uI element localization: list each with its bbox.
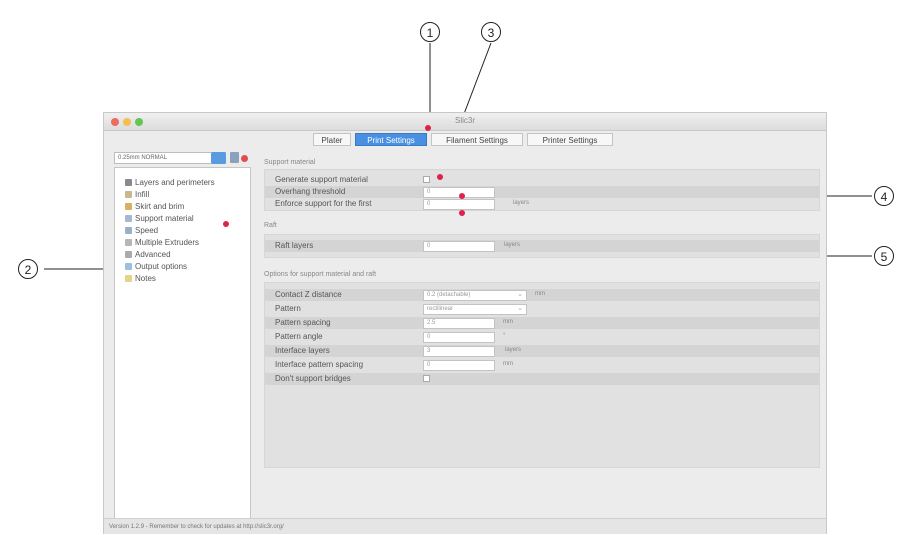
pattern-angle-label: Pattern angle [275,332,323,341]
dont-support-bridges-checkbox[interactable] [423,375,430,382]
contact-z-unit: mm [535,291,545,297]
pattern-spacing-label: Pattern spacing [275,318,331,327]
sidebar-item-label: Skirt and brim [135,202,185,211]
settings-sidebar: Layers and perimeters Infill Skirt and b… [114,167,251,523]
delete-preset-icon[interactable] [241,155,248,162]
sidebar-item-notes[interactable]: Notes [125,274,156,284]
sidebar-item-label: Advanced [135,250,171,259]
skirt-icon [125,203,132,210]
sidebar-item-output[interactable]: Output options [125,262,187,272]
raft-section: Raft layers 0 layers [264,234,820,258]
row-dont-support-bridges: Don't support bridges [265,373,819,385]
generate-support-checkbox[interactable] [423,176,430,183]
callout-2: 2 [18,259,38,279]
callout-marker-2 [223,221,229,227]
wrench-icon [125,251,132,258]
sidebar-item-label: Speed [135,226,159,235]
sidebar-item-label: Layers and perimeters [135,178,215,187]
generate-support-label: Generate support material [275,175,368,184]
raft-layers-label: Raft layers [275,241,314,250]
callout-4: 4 [874,186,894,206]
row-raft-layers: Raft layers 0 layers [265,240,819,252]
speed-icon [125,227,132,234]
sidebar-item-label: Multiple Extruders [135,238,200,247]
tab-plater[interactable]: Plater [313,133,351,146]
tab-print-settings[interactable]: Print Settings [355,133,427,146]
row-overhang-threshold: Overhang threshold 0 [265,186,819,198]
raft-layers-input[interactable]: 0 [423,241,495,252]
enforce-support-label: Enforce support for the first [275,199,372,208]
notes-icon [125,275,132,282]
pattern-spacing-unit: mm [503,319,513,325]
sidebar-item-skirt[interactable]: Skirt and brim [125,202,184,212]
section-title-options: Options for support material and raft [264,271,377,278]
row-interface-layers: Interface layers 3 layers [265,345,819,357]
raft-layers-unit: layers [504,242,521,248]
layers-icon [125,179,132,186]
tab-bar: Plater Print Settings Filament Settings … [104,131,826,149]
sidebar-item-infill[interactable]: Infill [125,190,149,200]
interface-spacing-label: Interface pattern spacing [275,360,364,369]
row-interface-spacing: Interface pattern spacing 0 mm [265,359,819,371]
row-contact-z: Contact Z distance 0.2 (detachable) mm [265,289,819,301]
row-pattern-angle: Pattern angle 0 ° [265,331,819,343]
enforce-support-unit: layers [513,200,530,206]
save-preset-icon[interactable] [230,152,239,163]
callout-marker-1 [425,125,431,131]
enforce-support-input[interactable]: 0 [423,199,495,210]
support-material-section: Generate support material Overhang thres… [264,169,820,211]
sidebar-item-label: Infill [135,190,150,199]
callout-5: 5 [874,246,894,266]
support-icon [125,215,132,222]
title-bar: Slic3r [104,113,826,131]
infill-icon [125,191,132,198]
callout-marker-5 [459,210,465,216]
section-title-raft: Raft [264,222,277,229]
contact-z-select[interactable]: 0.2 (detachable) [423,290,527,301]
pattern-angle-input[interactable]: 0 [423,332,495,343]
interface-layers-label: Interface layers [275,346,330,355]
interface-layers-unit: layers [505,347,522,353]
preset-dropdown[interactable]: 0.25mm NORMAL [114,152,226,164]
pattern-angle-unit: ° [503,333,506,339]
sidebar-item-support[interactable]: Support material [125,214,194,224]
row-pattern-spacing: Pattern spacing 2.5 mm [265,317,819,329]
sidebar-item-advanced[interactable]: Advanced [125,250,171,260]
sidebar-item-label: Output options [135,262,188,271]
callout-1: 1 [420,22,440,42]
contact-z-label: Contact Z distance [275,290,342,299]
pattern-spacing-input[interactable]: 2.5 [423,318,495,329]
sidebar-item-label: Notes [135,274,156,283]
pattern-label: Pattern [275,304,301,313]
row-pattern: Pattern rectilinear [265,303,819,315]
extruder-icon [125,239,132,246]
options-section: Contact Z distance 0.2 (detachable) mm P… [264,282,820,468]
dont-support-bridges-label: Don't support bridges [275,374,351,383]
interface-spacing-unit: mm [503,361,513,367]
window-title: Slic3r [454,116,475,125]
callout-3: 3 [481,22,501,42]
sidebar-item-label: Support material [135,214,194,223]
callout-marker-4 [459,193,465,199]
callout-marker-3 [437,174,443,180]
sidebar-item-layers[interactable]: Layers and perimeters [125,178,215,188]
interface-spacing-input[interactable]: 0 [423,360,495,371]
section-title-support: Support material [264,159,316,166]
tab-printer-settings[interactable]: Printer Settings [527,133,613,146]
row-enforce-support: Enforce support for the first 0 layers [265,198,819,210]
output-icon [125,263,132,270]
interface-layers-input[interactable]: 3 [423,346,495,357]
row-generate-support: Generate support material [265,174,819,186]
preset-dropdown-arrows[interactable] [211,152,226,164]
status-bar: Version 1.2.9 - Remember to check for up… [104,518,826,534]
tab-filament-settings[interactable]: Filament Settings [431,133,523,146]
sidebar-item-extruders[interactable]: Multiple Extruders [125,238,199,248]
app-window: Slic3r Plater Print Settings Filament Se… [103,112,827,534]
sidebar-item-speed[interactable]: Speed [125,226,158,236]
overhang-threshold-label: Overhang threshold [275,187,346,196]
pattern-select[interactable]: rectilinear [423,304,527,315]
